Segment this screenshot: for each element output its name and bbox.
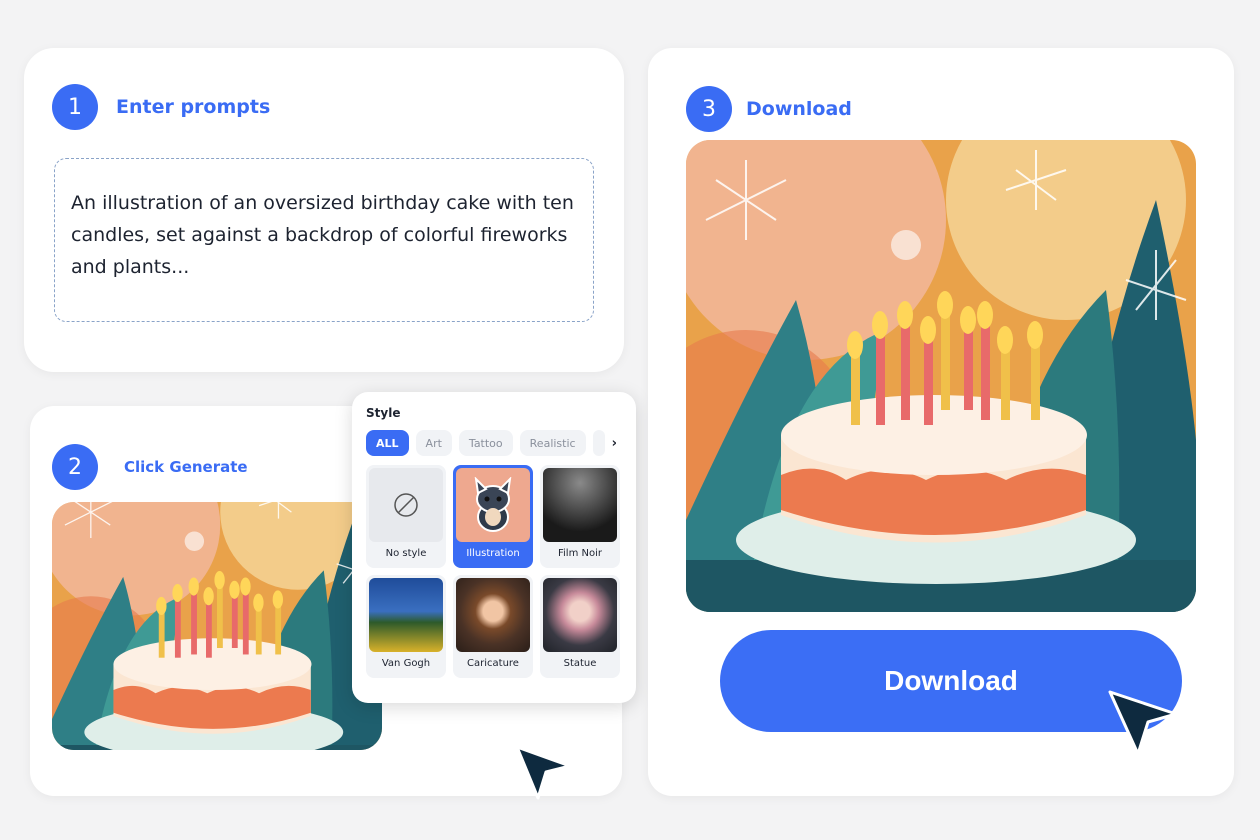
cursor-arrow-icon (1108, 690, 1178, 756)
style-film-noir[interactable]: Film Noir (540, 465, 620, 568)
step-number: 2 (52, 444, 98, 490)
tab-tattoo[interactable]: Tattoo (458, 430, 513, 456)
chevron-right-icon[interactable]: › (612, 436, 617, 451)
step-2-header: 2 Click Generate (52, 444, 248, 490)
prompt-input[interactable]: An illustration of an oversized birthday… (54, 158, 594, 322)
step-number: 1 (52, 84, 98, 130)
style-label: Illustration (466, 548, 520, 559)
style-label: Van Gogh (381, 658, 431, 669)
van-gogh-thumbnail (369, 578, 443, 652)
step-label: Click Generate (124, 458, 248, 476)
tab-all[interactable]: ALL (366, 430, 409, 456)
step-1-header: 1 Enter prompts (52, 84, 270, 130)
cursor-arrow-icon (515, 745, 572, 800)
tab-realistic[interactable]: Realistic (519, 430, 586, 456)
style-label: Caricature (467, 658, 519, 669)
enter-prompts-card: 1 Enter prompts An illustration of an ov… (24, 48, 624, 372)
generated-preview-image (52, 502, 382, 750)
film-noir-thumbnail (543, 468, 617, 542)
step-label: Enter prompts (116, 96, 271, 118)
style-grid: No style Illustration Film Noir Van Gogh… (366, 465, 622, 678)
step-number: 3 (686, 86, 732, 132)
step-label: Download (746, 98, 852, 120)
illustration-thumbnail (456, 468, 530, 542)
style-label: Film Noir (558, 548, 602, 559)
style-van-gogh[interactable]: Van Gogh (366, 575, 446, 678)
tab-art[interactable]: Art (415, 430, 452, 456)
statue-thumbnail (543, 578, 617, 652)
generated-image (686, 140, 1196, 612)
caricature-thumbnail (456, 578, 530, 652)
style-caricature[interactable]: Caricature (453, 575, 533, 678)
tab-partial[interactable] (592, 430, 605, 456)
style-category-tabs: ALL Art Tattoo Realistic › (366, 430, 622, 456)
style-statue[interactable]: Statue (540, 575, 620, 678)
style-panel: Style ALL Art Tattoo Realistic › No styl… (352, 392, 636, 703)
style-panel-title: Style (366, 406, 401, 420)
style-no-style[interactable]: No style (366, 465, 446, 568)
step-3-header: 3 Download (686, 86, 852, 132)
no-style-icon (369, 468, 443, 542)
style-illustration[interactable]: Illustration (453, 465, 533, 568)
style-label: Statue (563, 658, 597, 669)
style-label: No style (385, 548, 427, 559)
